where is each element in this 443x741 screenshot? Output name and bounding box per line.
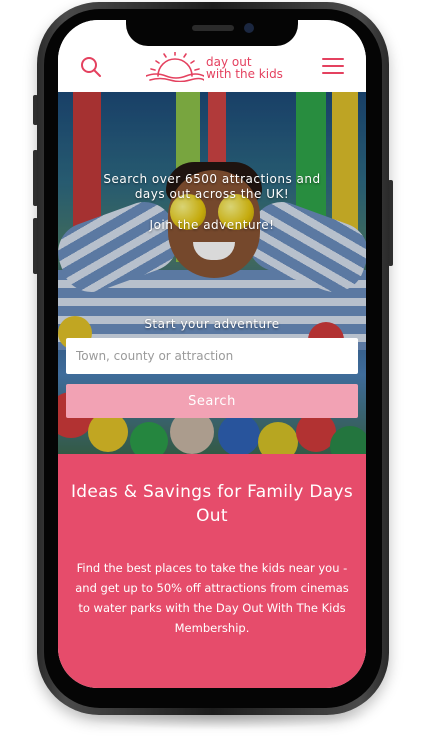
search-button[interactable]: Search [66,384,358,418]
front-camera [244,23,254,33]
menu-bar-bottom [322,72,344,74]
search-label: Start your adventure [144,317,280,331]
menu-bar-top [322,58,344,60]
phone-notch [126,20,298,46]
hero-headline-line2: days out across the UK! [134,187,290,201]
location-search-input[interactable] [66,338,358,374]
hero-tagline: Join the adventure! [149,218,275,232]
hero-headline-line1: Search over 6500 attractions and [103,172,321,186]
logo-line2: with the kids [206,67,283,81]
hero-section: Search over 6500 attractions and days ou… [58,92,366,454]
promo-section: Ideas & Savings for Family Days Out Find… [58,454,366,688]
phone-screen: day out with the kids Search over 6500 a… [58,20,366,688]
logo-text: day out with the kids [206,56,283,80]
search-icon[interactable] [80,56,102,78]
hamburger-menu-icon[interactable] [322,58,344,76]
menu-bar-middle [322,65,344,67]
promo-title: Ideas & Savings for Family Days Out [70,482,354,526]
promo-body: Find the best places to take the kids ne… [75,561,349,635]
earpiece-speaker [192,25,234,31]
site-logo[interactable]: day out with the kids [146,50,296,84]
sunrise-logo-icon [146,52,204,82]
